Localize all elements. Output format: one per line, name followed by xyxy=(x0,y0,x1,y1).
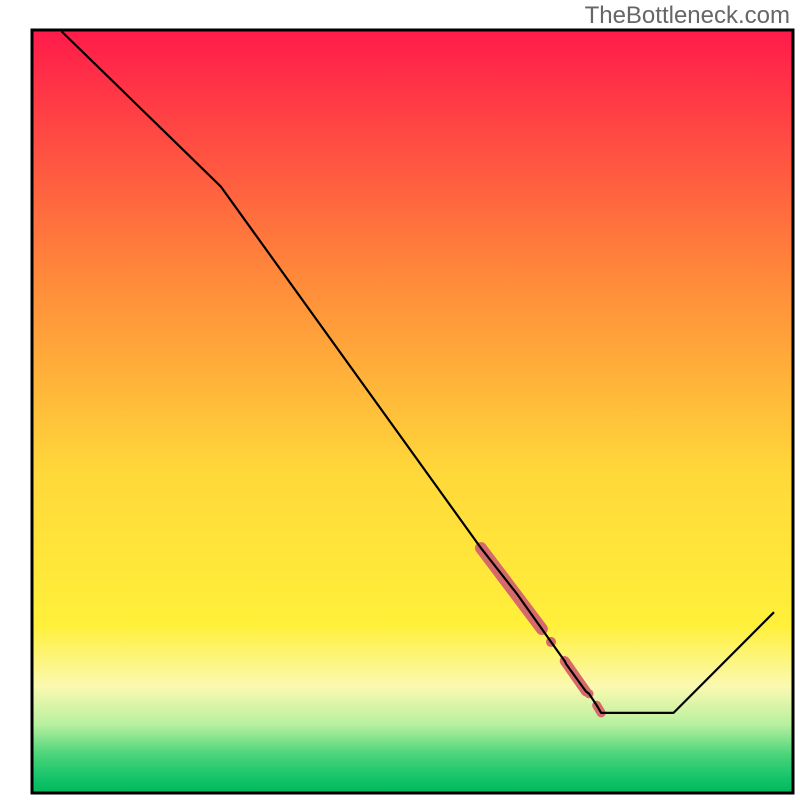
chart-svg xyxy=(0,0,800,800)
plot-background xyxy=(32,30,793,793)
chart-container: TheBottleneck.com xyxy=(0,0,800,800)
watermark-label: TheBottleneck.com xyxy=(585,2,790,30)
